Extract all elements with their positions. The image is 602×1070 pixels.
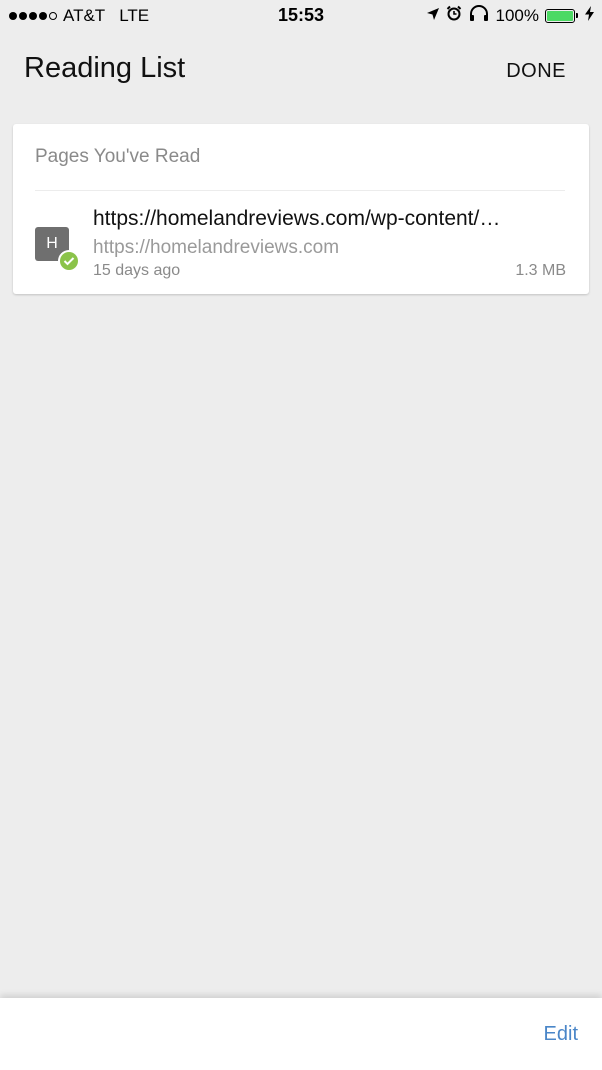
item-age: 15 days ago <box>93 262 181 279</box>
page-title: Reading List <box>24 52 186 84</box>
headphones-icon <box>468 5 490 26</box>
status-bar: AT&T LTE 15:53 100% <box>0 0 602 32</box>
bottom-toolbar: Edit <box>0 998 602 1070</box>
edit-button[interactable]: Edit <box>544 1023 578 1046</box>
done-button[interactable]: DONE <box>506 60 566 83</box>
item-url: https://homelandreviews.com <box>93 237 340 258</box>
reading-list-card: Pages You've Read H https://homelandrevi… <box>13 124 589 294</box>
reading-list-item[interactable]: H https://homelandreviews.com/wp-content… <box>13 192 589 292</box>
divider <box>35 190 565 191</box>
charging-bolt-icon <box>585 5 594 26</box>
section-title: Pages You've Read <box>35 146 201 167</box>
read-check-icon <box>58 250 80 272</box>
item-title: https://homelandreviews.com/wp-content/… <box>93 207 501 230</box>
alarm-clock-icon <box>446 5 462 26</box>
battery-level <box>547 10 573 21</box>
battery-icon <box>545 8 578 23</box>
item-size: 1.3 MB <box>515 262 566 279</box>
battery-percent: 100% <box>495 5 539 25</box>
location-arrow-icon <box>426 6 440 26</box>
status-right: 100% <box>426 5 594 26</box>
